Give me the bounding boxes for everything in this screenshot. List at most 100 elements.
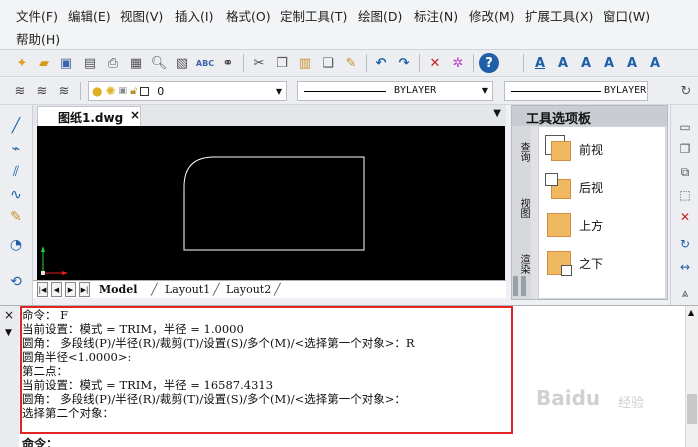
close-icon[interactable]: ×	[130, 108, 140, 122]
new-file-icon[interactable]: ✦	[12, 53, 32, 73]
palette-scroll-handle-2[interactable]	[521, 276, 526, 296]
lightbulb-icon: ●	[92, 84, 103, 98]
layer-dropdown[interactable]: ● ✺ ▣ 🔓︎ 0 ▼	[88, 81, 287, 101]
menu-ext-tools[interactable]: 扩展工具(X)	[525, 6, 593, 25]
spell-check-icon[interactable]: ABC	[195, 53, 215, 73]
tab-layout2[interactable]: Layout2	[226, 283, 271, 296]
edit-text-icon[interactable]: A	[599, 53, 619, 73]
palette-item-front[interactable]: 前视	[545, 135, 603, 163]
delete-icon[interactable]: ✕	[425, 53, 445, 73]
copy-object-icon[interactable]: ❐	[675, 139, 695, 159]
menu-insert[interactable]: 插入(I)	[175, 6, 213, 25]
circle-icon[interactable]: ◔	[5, 234, 27, 256]
last-layout-icon[interactable]: ▶|	[79, 282, 90, 297]
command-line: 圆角： 多段线(P)/半径(R)/裁剪(T)/设置(S)/多个(M)/<选择第一…	[22, 336, 415, 350]
next-layout-icon[interactable]: ▶	[65, 282, 76, 297]
rotate-icon[interactable]: ⟲	[5, 271, 27, 293]
paste-icon[interactable]: ▥	[295, 53, 315, 73]
stretch-icon[interactable]: ⩓	[675, 283, 695, 303]
palette-item-back[interactable]: 后视	[545, 173, 603, 201]
cut-icon[interactable]: ✂	[249, 53, 269, 73]
offset-icon[interactable]: ⬚	[675, 185, 695, 205]
palette-tab-query[interactable]: 查询	[516, 142, 531, 162]
menu-bar: 文件(F) 编辑(E) 视图(V) 插入(I) 格式(O) 定制工具(T) 绘图…	[0, 0, 698, 50]
drawing-canvas[interactable]	[37, 126, 505, 280]
command-line: 圆角： 多段线(P)/半径(R)/裁剪(T)/设置(S)/多个(M)/<选择第一…	[22, 392, 406, 406]
purge-icon[interactable]: ✲	[448, 53, 468, 73]
multiline-text-icon[interactable]: A	[576, 53, 596, 73]
command-line: 当前设置：模式 = TRIM，半径 = 1.0000	[22, 322, 244, 336]
tab-model[interactable]: Model	[99, 283, 137, 296]
tab-layout1[interactable]: Layout1	[165, 283, 210, 296]
refresh-icon[interactable]: ↻	[676, 81, 696, 101]
redo-icon[interactable]: ↷	[394, 53, 414, 73]
menu-window[interactable]: 窗口(W)	[603, 6, 650, 25]
spline-icon[interactable]: ∿	[5, 184, 27, 206]
properties-toolbar: ≋ ≋ ≋ ● ✺ ▣ 🔓︎ 0 ▼ BYLAYER ▼ BYLAYER ↻	[0, 78, 698, 105]
scroll-thumb[interactable]	[687, 394, 697, 424]
command-scrollbar[interactable]: ▲	[685, 306, 698, 447]
multiline-icon[interactable]: ⫽	[5, 161, 27, 183]
match-properties-icon[interactable]: ✎	[341, 53, 361, 73]
erase-icon[interactable]: ▭	[675, 117, 695, 137]
delete-object-icon[interactable]: ✕	[675, 207, 695, 227]
palette-item-label: 之下	[579, 256, 604, 271]
linetype-dropdown[interactable]: BYLAYER ▼	[297, 81, 493, 101]
menu-file[interactable]: 文件(F)	[16, 6, 58, 25]
command-prompt[interactable]: 命令：	[22, 435, 58, 447]
menu-edit[interactable]: 编辑(E)	[68, 6, 111, 25]
lineweight-dropdown[interactable]: BYLAYER	[504, 81, 648, 101]
command-line: 第二点：	[22, 364, 68, 378]
save-as-icon[interactable]: ▤	[80, 53, 100, 73]
mirror-icon[interactable]: ⧉	[675, 162, 695, 182]
menu-view[interactable]: 视图(V)	[120, 6, 163, 25]
palette-scroll-handle[interactable]	[513, 276, 518, 296]
palette-tab-view[interactable]: 视图	[516, 198, 531, 218]
polyline-icon[interactable]: ⌁	[5, 138, 27, 160]
text-style-icon[interactable]: A	[530, 53, 550, 73]
palette-item-bottom[interactable]: 之下	[545, 249, 603, 277]
palette-item-top[interactable]: 上方	[545, 211, 603, 239]
print-icon[interactable]: ⎙	[103, 53, 123, 73]
layer-state-icon[interactable]: ≋	[32, 81, 52, 101]
plot-icon[interactable]: ▦	[126, 53, 146, 73]
first-layout-icon[interactable]: |◀	[37, 282, 48, 297]
menu-modify[interactable]: 修改(M)	[469, 6, 515, 25]
tab-list-icon[interactable]: ▼	[493, 108, 501, 119]
chevron-down-icon: ▼	[481, 86, 488, 95]
text-scale-icon[interactable]: A	[645, 53, 665, 73]
menu-format[interactable]: 格式(O)	[226, 6, 271, 25]
help-icon[interactable]: ?	[479, 53, 499, 73]
layer-manager-icon[interactable]: ≋	[10, 81, 30, 101]
undo-icon[interactable]: ↶	[371, 53, 391, 73]
tab-drawing1[interactable]: 图纸1.dwg ×	[37, 106, 141, 126]
copy-clip-icon[interactable]: ❏	[318, 53, 338, 73]
prev-layout-icon[interactable]: ◀	[51, 282, 62, 297]
print-preview-icon[interactable]: 🔍︎	[149, 53, 169, 73]
line-icon[interactable]: ╱	[5, 115, 27, 137]
palette-tab-render[interactable]: 渲染	[516, 254, 531, 274]
find-text-icon[interactable]: A	[622, 53, 642, 73]
menu-dimension[interactable]: 标注(N)	[414, 6, 458, 25]
copy-icon[interactable]: ❐	[272, 53, 292, 73]
menu-custom-tools[interactable]: 定制工具(T)	[280, 6, 347, 25]
command-line: 命令： F	[22, 308, 69, 322]
save-icon[interactable]: ▣	[56, 53, 76, 73]
bottom-view-icon	[545, 249, 573, 277]
publish-icon[interactable]: ▧	[172, 53, 192, 73]
find-icon[interactable]: ⚭	[218, 53, 238, 73]
close-icon[interactable]: ×	[4, 308, 14, 322]
open-folder-icon[interactable]: ▰	[34, 53, 54, 73]
single-text-icon[interactable]: A	[553, 53, 573, 73]
scroll-up-icon[interactable]: ▲	[688, 308, 694, 317]
sketch-icon[interactable]: ✎	[5, 206, 27, 228]
menu-help[interactable]: 帮助(H)	[16, 29, 60, 48]
chevron-down-icon[interactable]: ▼	[5, 328, 12, 338]
rotate-object-icon[interactable]: ↻	[675, 234, 695, 254]
layer-color-swatch	[140, 86, 150, 96]
standard-toolbar: ✦ ▰ ▣ ▤ ⎙ ▦ 🔍︎ ▧ ABC ⚭ ✂ ❐ ▥ ❏ ✎ ↶ ↷ ✕ ✲…	[0, 50, 698, 77]
menu-draw[interactable]: 绘图(D)	[358, 6, 402, 25]
scale-icon[interactable]: ↔	[675, 257, 695, 277]
layer-previous-icon[interactable]: ≋	[54, 81, 74, 101]
command-window-handle: × ▼	[0, 306, 19, 447]
